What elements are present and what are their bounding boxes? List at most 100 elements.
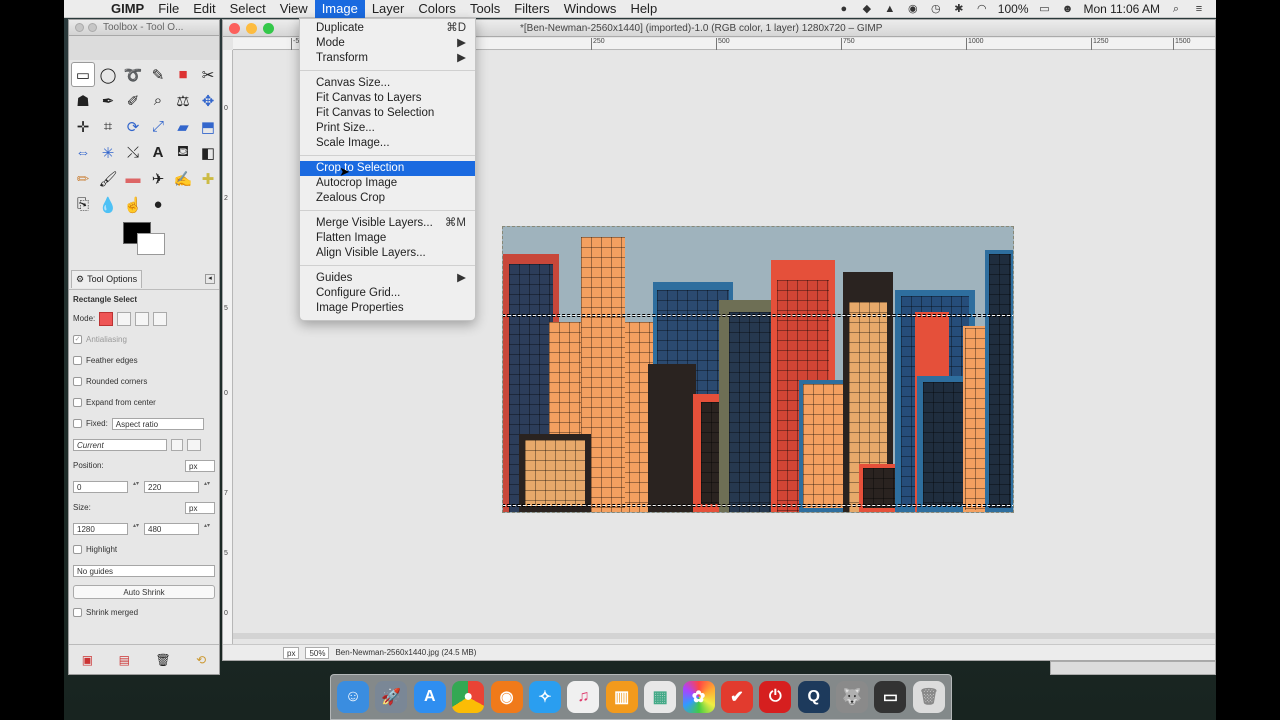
screenshot-icon[interactable]: ▭ (874, 681, 907, 713)
save-options-icon[interactable]: ▣ (82, 653, 93, 667)
fixed-select[interactable]: Aspect ratio (111, 417, 204, 430)
ellipse-select-icon[interactable]: ◯ (96, 62, 120, 87)
wunderlist-icon[interactable]: ✔ (720, 681, 753, 713)
battery-percent[interactable]: 100% (998, 2, 1029, 16)
menu-view[interactable]: View (273, 0, 315, 18)
menu-select[interactable]: Select (223, 0, 273, 18)
horizontal-scrollbar[interactable] (233, 633, 1215, 639)
ink-icon[interactable]: ✍ (171, 166, 195, 191)
bucket-fill-icon[interactable]: ⛾ (171, 140, 195, 165)
quicktime-icon[interactable]: Q (797, 681, 830, 713)
menu-item-canvas-size[interactable]: Canvas Size... (300, 76, 475, 91)
menu-item-guides[interactable]: Guides ▶ (300, 271, 475, 286)
tab-menu-icon[interactable]: ◂ (205, 273, 215, 284)
menu-layer[interactable]: Layer (365, 0, 412, 18)
menu-item-autocrop[interactable]: Autocrop Image (300, 176, 475, 191)
antialiasing-checkbox[interactable]: ✓ (73, 335, 82, 344)
preview-icon[interactable]: ▦ (644, 681, 677, 713)
gradient-icon[interactable]: ◧ (196, 140, 220, 165)
free-select-icon[interactable]: ➰ (121, 62, 145, 87)
clock[interactable]: Mon 11:06 AM (1084, 2, 1161, 16)
rotate-icon[interactable]: ⟳ (121, 114, 145, 139)
firefox-icon[interactable]: ◉ (490, 681, 523, 713)
landscape-icon[interactable] (187, 438, 201, 451)
chrome-icon[interactable]: ● (452, 681, 485, 713)
crop-icon[interactable]: ⌗ (96, 114, 120, 139)
shrink-merged-checkbox[interactable] (73, 608, 82, 617)
color-picker-icon[interactable]: ✐ (121, 88, 145, 113)
paintbrush-icon[interactable]: 🖌 (96, 166, 120, 191)
trash-icon[interactable]: 🗑 (912, 681, 945, 713)
itunes-icon[interactable]: ♫ (567, 681, 600, 713)
power-icon[interactable]: ⏻ (759, 681, 792, 713)
photos-icon[interactable]: ✿ (682, 681, 715, 713)
menu-file[interactable]: File (151, 0, 186, 18)
fuzzy-select-icon[interactable]: ✎ (146, 62, 170, 87)
menu-item-flatten[interactable]: Flatten Image (300, 231, 475, 246)
restore-options-icon[interactable]: ▤ (119, 653, 130, 667)
position-y-input[interactable]: 220 (144, 480, 199, 493)
size-unit-select[interactable]: px (185, 501, 215, 514)
minimize-icon[interactable] (88, 23, 97, 32)
finder-icon[interactable]: ☺ (337, 681, 369, 713)
close-icon[interactable] (229, 22, 240, 34)
dodge-burn-icon[interactable]: ● (146, 192, 170, 217)
menu-item-scale-image[interactable]: Scale Image... (300, 136, 475, 151)
app-store-icon[interactable]: A (413, 681, 446, 713)
fixed-checkbox[interactable] (73, 419, 82, 428)
menu-image[interactable]: Image (314, 0, 365, 18)
menu-item-mode[interactable]: Mode ▶ (300, 36, 475, 51)
rect-select-icon[interactable]: ▭ (71, 62, 95, 87)
cage-icon[interactable]: ✳ (96, 140, 120, 165)
zoom-select[interactable]: 50% (305, 646, 330, 659)
feather-checkbox[interactable] (73, 356, 82, 365)
delete-options-icon[interactable]: 🗑 (155, 653, 170, 667)
sync-icon[interactable]: ◉ (906, 2, 920, 16)
spotlight-icon[interactable]: ⌕ (1169, 2, 1183, 16)
scissors-icon[interactable]: ✂ (196, 62, 220, 87)
blur-icon[interactable]: 💧 (96, 192, 120, 217)
align-icon[interactable]: ✛ (71, 114, 95, 139)
highlight-checkbox[interactable] (73, 545, 82, 554)
position-x-input[interactable]: 0 (73, 480, 128, 493)
warp-icon[interactable]: ⤯ (121, 140, 145, 165)
color-select-icon[interactable]: ■ (171, 62, 195, 87)
scale-icon[interactable]: ⤢ (146, 114, 170, 139)
menu-item-fit-canvas-layers[interactable]: Fit Canvas to Layers (300, 91, 475, 106)
guides-select[interactable]: No guides (73, 564, 215, 577)
text-icon[interactable]: A (146, 140, 170, 165)
position-x-spinner[interactable]: ▴▾ (132, 481, 140, 493)
flip-icon[interactable]: ⇔ (71, 140, 95, 165)
menu-item-print-size[interactable]: Print Size... (300, 121, 475, 136)
menu-item-duplicate[interactable]: Duplicate ⌘D (300, 21, 475, 36)
menu-help[interactable]: Help (623, 0, 664, 18)
dropbox-icon[interactable]: ◆ (860, 2, 874, 16)
city-illustration[interactable] (502, 226, 1014, 513)
menu-item-fit-canvas-selection[interactable]: Fit Canvas to Selection (300, 106, 475, 121)
menu-item-transform[interactable]: Transform ▶ (300, 51, 475, 66)
paths-icon[interactable]: ✒ (96, 88, 120, 113)
safari-icon[interactable]: ✧ (528, 681, 561, 713)
vertical-ruler[interactable]: 0 2 5 0 7 5 0 (223, 50, 233, 646)
time-machine-icon[interactable]: ◷ (929, 2, 943, 16)
zoom-window-icon[interactable] (263, 22, 274, 34)
size-w-spinner[interactable]: ▴▾ (132, 523, 140, 535)
menu-tools[interactable]: Tools (463, 0, 507, 18)
measure-icon[interactable]: ⚖ (171, 88, 195, 113)
record-icon[interactable]: ● (837, 2, 851, 16)
bluetooth-icon[interactable]: ✱ (952, 2, 966, 16)
menu-item-merge-visible[interactable]: Merge Visible Layers... ⌘M (300, 216, 475, 231)
ibooks-icon[interactable]: ▥ (605, 681, 638, 713)
wifi-icon[interactable]: ◠ (975, 2, 989, 16)
menu-windows[interactable]: Windows (557, 0, 624, 18)
menu-filters[interactable]: Filters (507, 0, 556, 18)
rounded-checkbox[interactable] (73, 377, 82, 386)
clone-icon[interactable]: ⎘ (71, 192, 95, 217)
position-y-spinner[interactable]: ▴▾ (203, 481, 211, 493)
size-h-input[interactable]: 480 (144, 522, 199, 535)
reset-options-icon[interactable]: ⟲ (196, 653, 206, 667)
user-icon[interactable]: ☻ (1061, 2, 1075, 16)
auto-shrink-button[interactable]: Auto Shrink (73, 584, 215, 599)
menu-item-align-layers[interactable]: Align Visible Layers... (300, 246, 475, 261)
move-icon[interactable]: ✥ (196, 88, 220, 113)
